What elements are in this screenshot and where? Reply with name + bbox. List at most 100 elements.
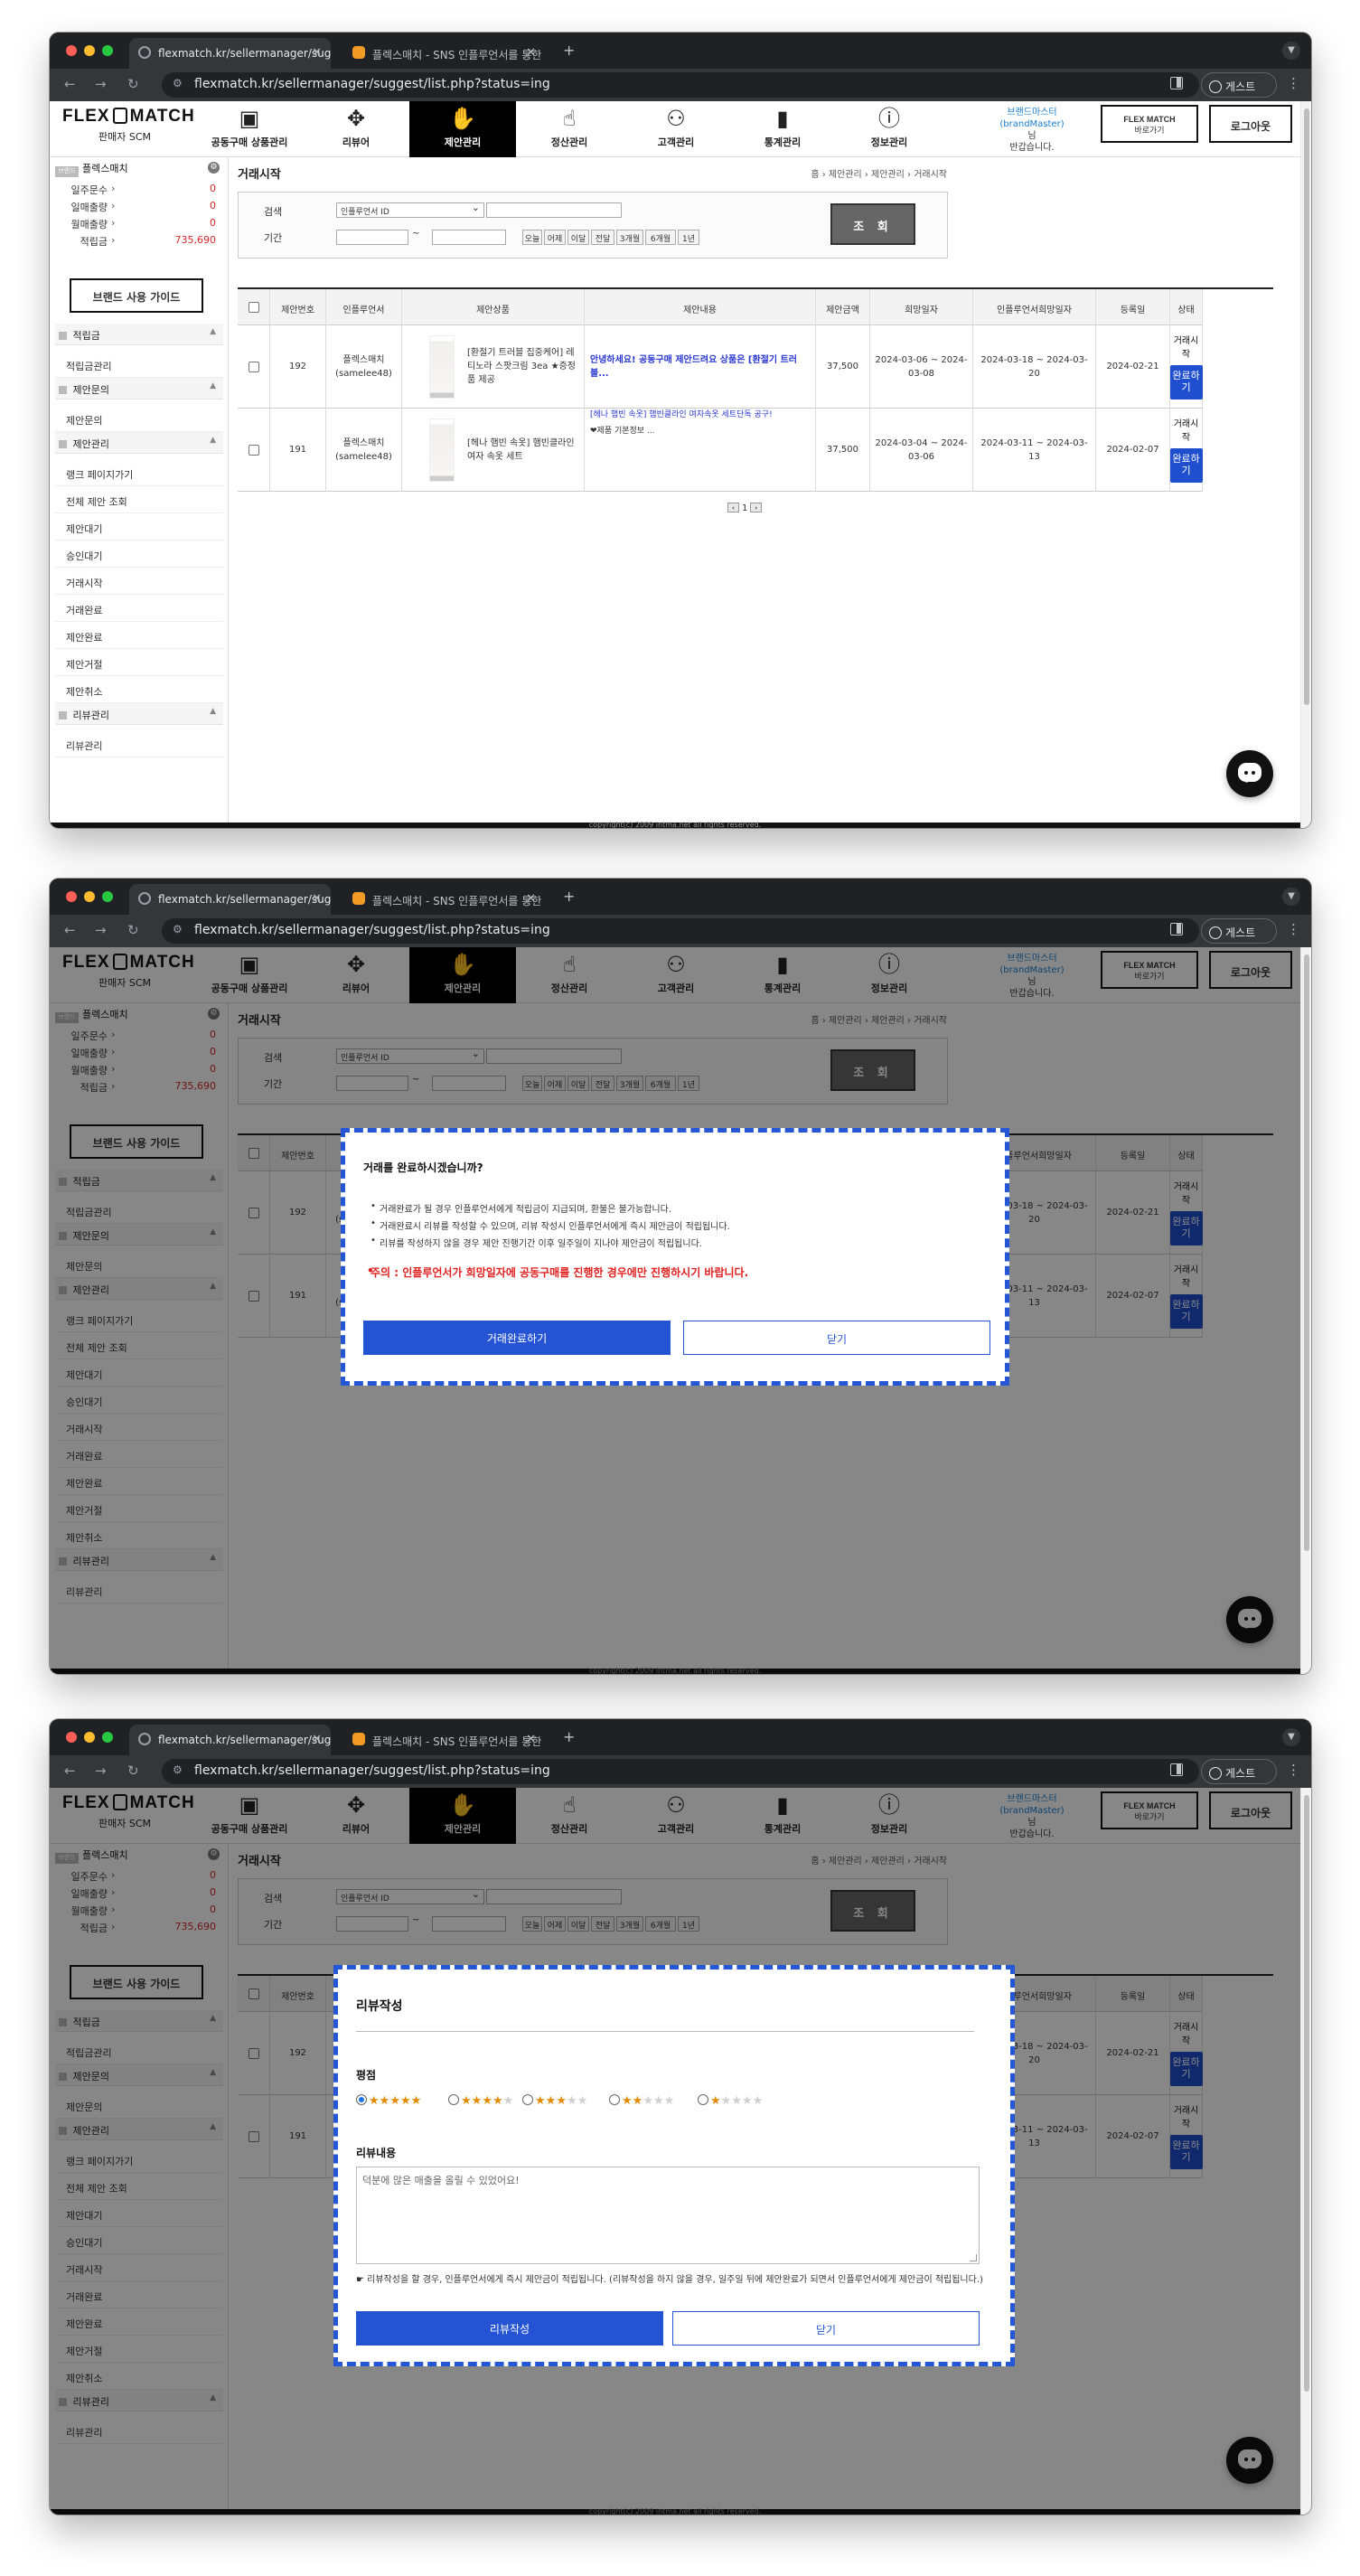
chevron-down-icon[interactable]: ▼	[1282, 1728, 1300, 1746]
back-icon[interactable]: ←	[64, 922, 76, 938]
date-range-button[interactable]: 어제	[544, 230, 566, 245]
side-panel-icon[interactable]	[1170, 923, 1183, 935]
sidebar-item[interactable]: 제안취소	[55, 676, 223, 703]
sidebar-section[interactable]: 리뷰관리 ▲	[55, 703, 223, 725]
tab-flexmatch-seller[interactable]: flexmatch.kr/sellermanager/suggest/list.…	[129, 1725, 331, 1755]
gnb-menu-1[interactable]: ✥ 리뷰어	[303, 101, 409, 157]
complete-button[interactable]: 완료하기	[1169, 447, 1203, 483]
rating-radio[interactable]	[522, 2094, 533, 2105]
tab-flexmatch-home[interactable]: 플렉스매치 - SNS 인플루언서를 통한 ✕	[343, 38, 545, 69]
site-settings-icon[interactable]: ⚙	[173, 1763, 183, 1776]
minimize-window-button[interactable]	[84, 45, 95, 56]
date-range-button[interactable]: 3개월	[616, 230, 643, 245]
forward-icon[interactable]: →	[95, 922, 107, 938]
date-range-button[interactable]: 오늘	[522, 230, 542, 245]
start-date-input[interactable]	[336, 230, 408, 245]
search-button[interactable]: 조 회	[830, 203, 915, 245]
site-settings-icon[interactable]: ⚙	[173, 923, 183, 935]
chevron-right-icon[interactable]: ›	[111, 200, 115, 212]
close-button[interactable]: 닫기	[683, 1321, 990, 1355]
rating-radio[interactable]	[698, 2094, 708, 2105]
site-settings-icon[interactable]: ⚙	[173, 77, 183, 89]
more-menu-icon[interactable]: ⋮	[1287, 1762, 1300, 1778]
close-button[interactable]: 닫기	[672, 2311, 980, 2346]
address-bar[interactable]: ⚙ flexmatch.kr/sellermanager/suggest/list…	[162, 72, 1199, 98]
profile-button[interactable]: 게스트	[1201, 1759, 1277, 1784]
side-panel-icon[interactable]	[1170, 77, 1183, 89]
brand-guide-button[interactable]: 브랜드 사용 가이드	[70, 278, 203, 313]
date-range-button[interactable]: 6개월	[645, 230, 676, 245]
maximize-window-button[interactable]	[102, 1732, 113, 1743]
close-icon[interactable]: ✕	[526, 1733, 536, 1746]
gnb-menu-5[interactable]: ▮ 통계관리	[729, 101, 836, 157]
review-textarea[interactable]: 덕분에 많은 매출을 올릴 수 있었어요!	[356, 2167, 980, 2264]
minimize-window-button[interactable]	[84, 1732, 95, 1743]
chevron-right-icon[interactable]: ›	[111, 217, 115, 229]
flexmatch-logo[interactable]: FLEX MATCH	[62, 107, 195, 127]
submit-review-button[interactable]: 리뷰작성	[356, 2311, 663, 2346]
search-type-select[interactable]: 인플루언서 ID	[336, 202, 484, 218]
rating-option[interactable]: ★★★★★	[356, 2094, 421, 2108]
flexmatch-shortcut-button[interactable]: FLEX MATCH 바로가기	[1101, 105, 1198, 143]
forward-icon[interactable]: →	[95, 76, 107, 92]
sidebar-item[interactable]: 전체 제안 조회	[55, 486, 223, 513]
profile-button[interactable]: 게스트	[1201, 72, 1277, 98]
more-menu-icon[interactable]: ⋮	[1287, 921, 1300, 937]
sidebar-item[interactable]: 거래시작	[55, 568, 223, 595]
sidebar-item[interactable]: 랭크 페이지가기	[55, 459, 223, 486]
scrollbar[interactable]	[1300, 1788, 1311, 2515]
maximize-window-button[interactable]	[102, 891, 113, 902]
complete-button[interactable]: 완료하기	[1169, 364, 1203, 400]
gnb-menu-3[interactable]: ☝ 정산관리	[516, 101, 623, 157]
sidebar-item[interactable]: 제안거절	[55, 649, 223, 676]
side-panel-icon[interactable]	[1170, 1763, 1183, 1776]
close-icon[interactable]: ✕	[312, 892, 322, 906]
back-icon[interactable]: ←	[64, 1763, 76, 1779]
rating-radio[interactable]	[609, 2094, 620, 2105]
gnb-menu-4[interactable]: ⚇ 고객관리	[623, 101, 729, 157]
sidebar-item[interactable]: 승인대기	[55, 541, 223, 568]
close-icon[interactable]: ✕	[312, 46, 322, 60]
close-icon[interactable]: ✕	[526, 46, 536, 60]
chevron-down-icon[interactable]: ▼	[1282, 42, 1300, 60]
reload-icon[interactable]: ↻	[127, 1763, 139, 1779]
gnb-menu-0[interactable]: ▣ 공동구매 상품관리	[196, 101, 303, 157]
reload-icon[interactable]: ↻	[127, 922, 139, 938]
new-tab-icon[interactable]: +	[563, 42, 575, 59]
rating-radio[interactable]	[356, 2094, 367, 2105]
scrollbar[interactable]	[1300, 101, 1311, 828]
chat-button[interactable]	[1226, 750, 1273, 797]
close-window-button[interactable]	[66, 1732, 77, 1743]
scrollbar[interactable]	[1300, 947, 1311, 1674]
gnb-menu-6[interactable]: ⓘ 정보관리	[836, 101, 943, 157]
chevron-right-icon[interactable]: ›	[111, 234, 115, 246]
reload-icon[interactable]: ↻	[127, 76, 139, 92]
gnb-menu-2[interactable]: ✋ 제안관리	[409, 101, 516, 157]
back-icon[interactable]: ←	[64, 76, 76, 92]
end-date-input[interactable]	[432, 230, 506, 245]
row-checkbox[interactable]	[248, 444, 259, 456]
scrollbar-thumb[interactable]	[1304, 954, 1309, 1551]
close-window-button[interactable]	[66, 891, 77, 902]
close-icon[interactable]: ✕	[312, 1733, 322, 1746]
sidebar-item[interactable]: 적립금관리	[55, 351, 223, 378]
new-tab-icon[interactable]: +	[563, 888, 575, 905]
sidebar-item[interactable]: 제안문의	[55, 405, 223, 432]
sidebar-section[interactable]: 제안문의 ▲	[55, 378, 223, 400]
tab-flexmatch-seller[interactable]: flexmatch.kr/sellermanager/suggest/list.…	[129, 38, 331, 69]
gear-icon[interactable]: ⚙	[208, 162, 220, 174]
current-page[interactable]: 1	[742, 503, 747, 513]
next-page-button[interactable]: ›	[750, 503, 763, 512]
rating-option[interactable]: ★★★★★	[609, 2094, 674, 2108]
rating-option[interactable]: ★★★★★	[522, 2094, 587, 2108]
chevron-right-icon[interactable]: ›	[111, 183, 115, 194]
close-icon[interactable]: ✕	[526, 892, 536, 906]
tab-flexmatch-seller[interactable]: flexmatch.kr/sellermanager/suggest/list.…	[129, 884, 331, 915]
tab-flexmatch-home[interactable]: 플렉스매치 - SNS 인플루언서를 통한 ✕	[343, 884, 545, 915]
address-bar[interactable]: ⚙ flexmatch.kr/sellermanager/suggest/list…	[162, 1759, 1199, 1784]
forward-icon[interactable]: →	[95, 1763, 107, 1779]
minimize-window-button[interactable]	[84, 891, 95, 902]
proposal-note[interactable]: 안녕하세요! 공동구매 제안드려요 상품은 [환절기 트러블...	[590, 353, 812, 381]
tab-flexmatch-home[interactable]: 플렉스매치 - SNS 인플루언서를 통한 ✕	[343, 1725, 545, 1755]
sidebar-item[interactable]: 거래완료	[55, 595, 223, 622]
